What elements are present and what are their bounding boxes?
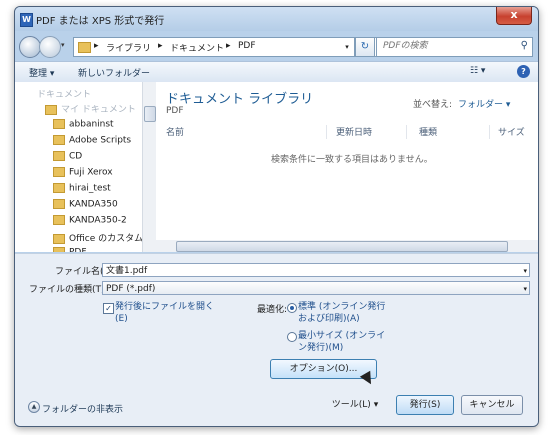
help-icon[interactable]: ? (517, 65, 530, 78)
sidebar-item[interactable]: ドキュメント (37, 87, 91, 100)
empty-results-message: 検索条件に一致する項目はありません。 (271, 155, 433, 165)
library-subtitle: PDF (166, 106, 184, 116)
library-title: ドキュメント ライブラリ (166, 92, 314, 107)
arrange-by-dropdown[interactable]: フォルダー ▾ (458, 97, 510, 110)
sidebar-item-label: KANDA350-2 (69, 215, 127, 226)
organize-menu[interactable]: 整理 ▾ (29, 66, 54, 79)
command-bar: 整理 ▾ 新しいフォルダー ☷ ▾ ? (15, 61, 538, 83)
sidebar-item-label: CD (69, 151, 83, 162)
publish-dialog: W PDF または XPS 形式で発行 x ▾ ▸ ライブラリ ▸ ドキュメント… (14, 6, 539, 427)
column-header-size[interactable]: サイズ (498, 125, 538, 139)
tools-dropdown-icon[interactable]: ▾ (374, 400, 379, 410)
nav-scrollbar[interactable] (142, 82, 156, 252)
folder-icon (53, 233, 65, 244)
filetype-select[interactable]: PDF (*.pdf) ▾ (102, 281, 530, 295)
sidebar-item-label: Adobe Scripts (69, 135, 132, 146)
sidebar-item[interactable]: PDF (53, 247, 87, 252)
sidebar-item-label: abbaninst (69, 119, 114, 130)
optimize-standard-radio[interactable] (287, 303, 297, 313)
optimize-minimum-label-line2[interactable]: ン発行)(M) (298, 342, 343, 354)
sidebar-item[interactable]: hirai_test (53, 183, 111, 194)
breadcrumb-separator[interactable]: ▸ (94, 41, 99, 51)
close-button[interactable]: x (496, 7, 532, 25)
breadcrumb-libraries[interactable]: ライブラリ (106, 41, 151, 54)
optimize-standard-label-line1[interactable]: 標準 (オンライン発行 (298, 301, 385, 313)
file-list-pane: ドキュメント ライブラリ PDF 並べ替え: フォルダー ▾ 名前 更新日時 種… (156, 82, 538, 252)
new-folder-button[interactable]: 新しいフォルダー (78, 66, 150, 79)
sidebar-item[interactable]: Adobe Scripts (53, 135, 131, 146)
filetype-dropdown-icon[interactable]: ▾ (523, 282, 527, 296)
folder-icon (53, 151, 65, 161)
sidebar-item[interactable]: KANDA350 (53, 199, 118, 210)
sidebar-item[interactable]: Office のカスタム テ (53, 231, 155, 244)
search-box[interactable]: ⚲ (376, 37, 533, 57)
collapse-folders-icon[interactable]: ▲ (28, 401, 40, 413)
address-dropdown[interactable]: ▾ (340, 37, 355, 57)
sidebar-item-label: マイ ドキュメント (61, 105, 136, 115)
back-button[interactable] (19, 36, 41, 58)
folder-icon (53, 183, 65, 193)
search-icon[interactable]: ⚲ (521, 40, 528, 51)
open-after-publish-label-line2[interactable]: (E) (115, 313, 128, 325)
optimize-standard-label-line2[interactable]: および印刷)(A) (298, 313, 360, 325)
folder-icon (53, 199, 65, 209)
publish-button[interactable]: 発行(S) (396, 395, 454, 415)
hide-folders-button[interactable]: フォルダーの非表示 (42, 402, 123, 415)
optimize-minimum-radio[interactable] (287, 332, 297, 342)
breadcrumb-documents[interactable]: ドキュメント (170, 41, 224, 54)
optimize-minimum-label-line1[interactable]: 最小サイズ (オンライ (298, 330, 385, 342)
filename-value[interactable]: 文書1.pdf (106, 266, 147, 276)
filetype-value[interactable]: PDF (*.pdf) (106, 284, 155, 294)
refresh-icon[interactable]: ↻ (355, 37, 375, 57)
folder-icon (53, 215, 65, 225)
view-options-icon[interactable]: ☷ ▾ (470, 66, 485, 76)
folder-icon (53, 135, 65, 145)
cancel-button[interactable]: キャンセル (461, 395, 523, 415)
folder-icon (53, 167, 65, 177)
tools-label[interactable]: ツール(L) (332, 400, 371, 410)
sidebar-item-label: hirai_test (69, 183, 111, 194)
column-header-type[interactable]: 種類 (419, 125, 490, 139)
sidebar-item-label: KANDA350 (69, 199, 118, 210)
column-header-name[interactable]: 名前 (166, 125, 327, 139)
file-list-hscrollbar[interactable] (156, 240, 538, 252)
search-input[interactable] (377, 38, 508, 54)
breadcrumb-separator[interactable]: ▸ (226, 41, 231, 51)
filetype-label: ファイルの種類(T): (29, 285, 108, 295)
sidebar-item-label: PDF (69, 248, 87, 253)
optimize-label: 最適化: (257, 305, 288, 315)
address-row: ▾ ▸ ライブラリ ▸ ドキュメント ▸ PDF ▾ ↻ ⚲ (15, 32, 538, 60)
navigation-pane: ドキュメントマイ ドキュメント abbaninst Adobe Scripts CD F… (15, 82, 156, 252)
sort-label: 並べ替え: (413, 100, 453, 110)
filename-dropdown-icon[interactable]: ▾ (523, 264, 527, 278)
hscrollbar-thumb[interactable] (176, 241, 508, 252)
sidebar-item[interactable]: CD (53, 151, 82, 162)
folder-icon (78, 42, 91, 53)
sidebar-item-label: ドキュメント (37, 90, 92, 100)
folder-icon (45, 104, 57, 115)
folder-icon (53, 119, 65, 129)
window-title: PDF または XPS 形式で発行 (36, 16, 165, 27)
publish-options-area: ファイル名(N): 文書1.pdf ▾ ファイルの種類(T): PDF (*.p… (15, 253, 538, 426)
filename-field[interactable]: 文書1.pdf ▾ (102, 263, 530, 277)
sidebar-item[interactable]: abbaninst (53, 119, 114, 130)
nav-scrollbar-thumb[interactable] (144, 106, 156, 122)
column-header-modified[interactable]: 更新日時 (336, 125, 407, 139)
word-app-icon: W (20, 13, 33, 27)
sidebar-item-label: Fuji Xerox (69, 167, 113, 178)
recent-pages-dropdown[interactable]: ▾ (61, 41, 65, 49)
breadcrumb-pdf[interactable]: PDF (238, 41, 256, 51)
title-bar: W PDF または XPS 形式で発行 x (15, 7, 538, 31)
open-after-publish-label-line1[interactable]: 発行後にファイルを開く (115, 301, 214, 313)
forward-button[interactable] (39, 36, 61, 58)
breadcrumb-separator[interactable]: ▸ (158, 41, 163, 51)
sidebar-item[interactable]: KANDA350-2 (53, 215, 127, 226)
tools-menu-button[interactable]: ツール(L) ▾ (326, 395, 384, 415)
sidebar-item[interactable]: Fuji Xerox (53, 167, 113, 178)
folder-icon (53, 247, 65, 252)
sidebar-item[interactable]: マイ ドキュメント (45, 102, 136, 115)
open-after-publish-checkbox[interactable]: ✓ (103, 303, 114, 314)
